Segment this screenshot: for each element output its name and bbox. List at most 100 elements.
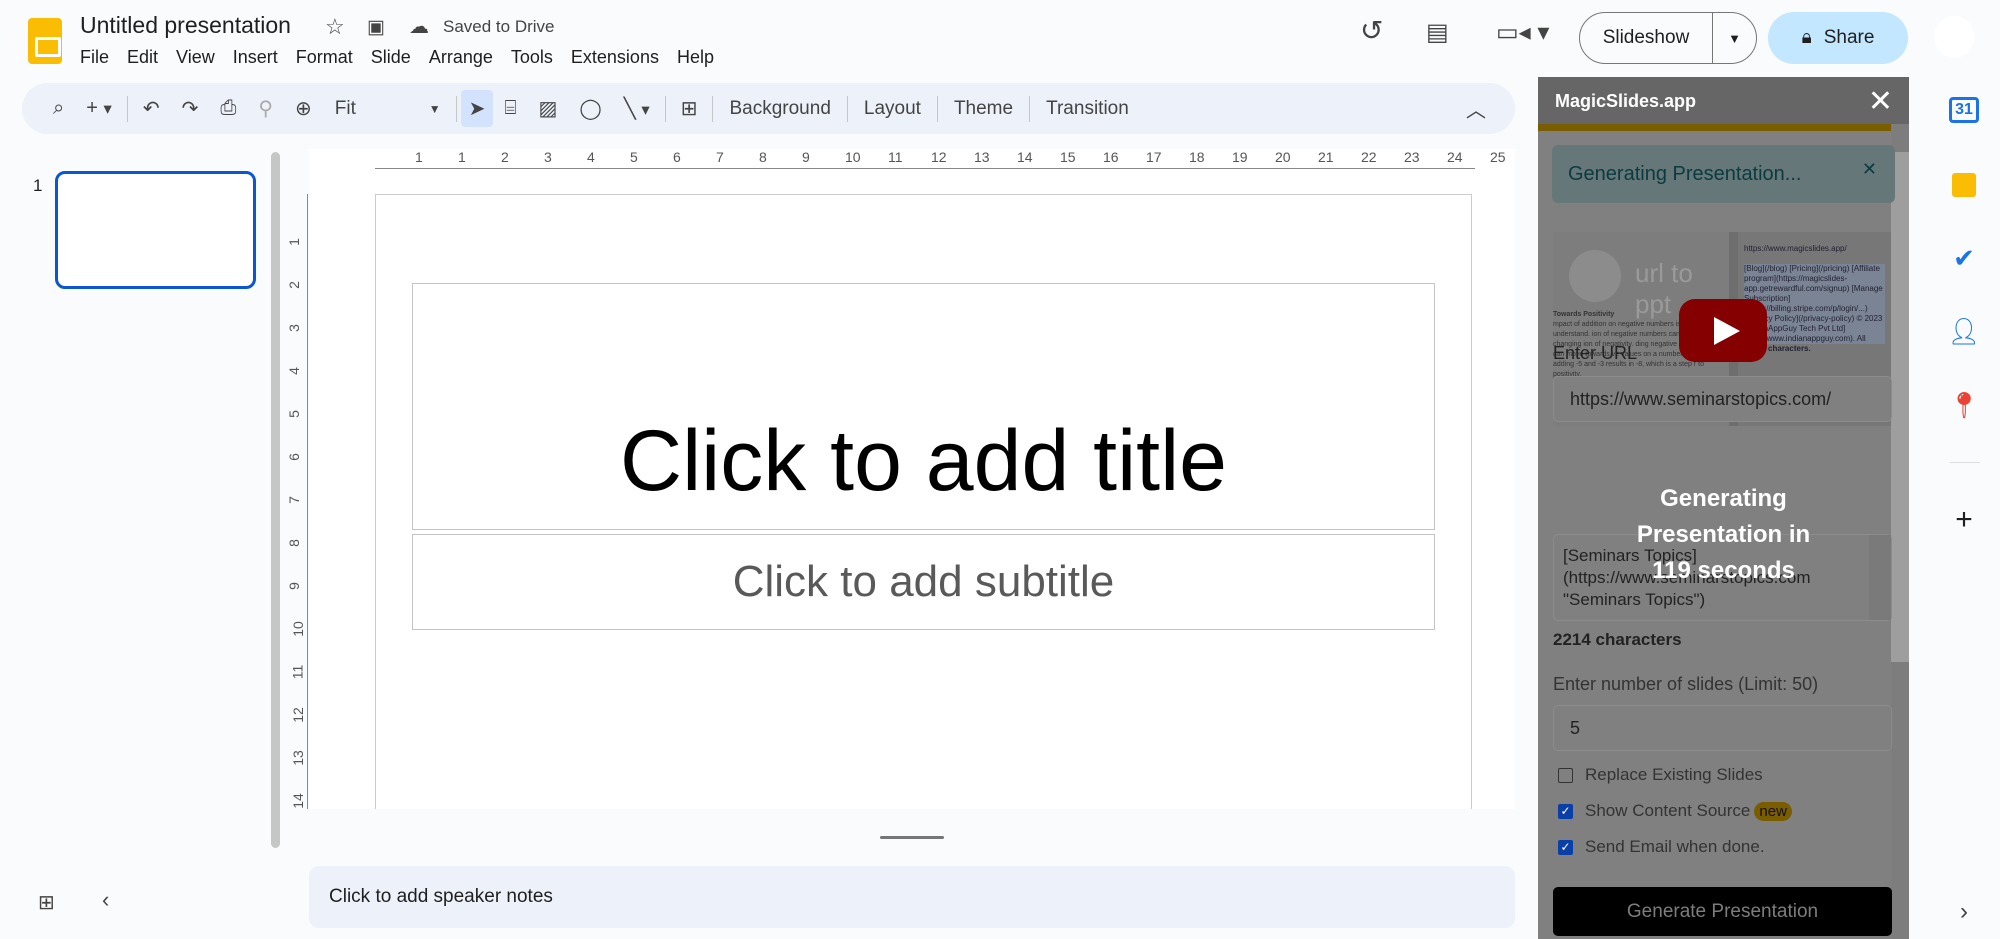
- grid-view-icon[interactable]: ⊞: [38, 890, 55, 915]
- option-send-email[interactable]: ✓ Send Email when done.: [1558, 837, 1765, 857]
- get-addons-icon[interactable]: +: [1940, 500, 1988, 540]
- shape-icon[interactable]: ◯: [568, 96, 612, 121]
- menu-insert[interactable]: Insert: [233, 47, 287, 68]
- horizontal-ruler[interactable]: 1 1 2 3 4 5 6 7 8 9 10 11 12 13 14 15 16 17 18 19 20 21 22 23 24…: [375, 149, 1506, 169]
- close-icon[interactable]: ✕: [1868, 84, 1893, 119]
- ruler-tick-label: 1: [415, 149, 423, 165]
- subtitle-placeholder[interactable]: Click to add subtitle: [412, 534, 1435, 630]
- version-history-icon[interactable]: ↺: [1360, 14, 1383, 47]
- ruler-tick-label: 18: [1189, 149, 1205, 165]
- comments-icon[interactable]: ▤: [1426, 18, 1449, 47]
- maps-icon[interactable]: 📍︎: [1940, 385, 1988, 425]
- meet-icon[interactable]: ▭◂ ▾: [1496, 18, 1549, 47]
- collapse-filmstrip-icon[interactable]: ‹: [102, 887, 109, 913]
- menu-tools[interactable]: Tools: [511, 47, 562, 68]
- slide-thumbnail[interactable]: [55, 171, 256, 289]
- close-alert-icon[interactable]: ✕: [1862, 159, 1877, 180]
- save-status: Saved to Drive: [443, 17, 555, 36]
- url-input[interactable]: https://www.seminarstopics.com/: [1553, 376, 1892, 422]
- generating-overlay: Generating Presentation in 119 seconds: [1538, 481, 1909, 589]
- menu-format[interactable]: Format: [296, 47, 362, 68]
- add-comment-icon[interactable]: ⊞: [670, 96, 709, 121]
- line-icon[interactable]: ╲ ▾: [613, 96, 661, 121]
- checkbox[interactable]: [1558, 767, 1573, 783]
- undo-icon[interactable]: ↶: [132, 96, 171, 121]
- filmstrip-scrollbar[interactable]: [271, 152, 280, 848]
- toolbar: ⌕ + ▾ ↶ ↷ ⎙ ⚲ ⊕ Fit ▼ ➤ ⌸ ▨ ◯ ╲ ▾ ⊞ Back…: [22, 83, 1515, 134]
- star-icon[interactable]: ☆: [325, 14, 345, 40]
- ruler-tick-label: 25: [1490, 149, 1506, 165]
- ruler-tick-label: 8: [285, 539, 302, 547]
- ruler-tick-label: 23: [1404, 149, 1420, 165]
- magicslides-logo-icon: [1569, 250, 1621, 302]
- notes-resize-handle[interactable]: [880, 836, 944, 839]
- image-icon[interactable]: ▨: [527, 96, 568, 121]
- checkbox[interactable]: ✓: [1558, 839, 1573, 855]
- title-placeholder[interactable]: Click to add title: [412, 283, 1435, 530]
- panel-title-text: MagicSlides.app: [1555, 91, 1697, 111]
- slideshow-dropdown-icon[interactable]: ▼: [1713, 31, 1756, 46]
- collapse-toolbar-icon[interactable]: ︿: [1455, 94, 1497, 123]
- select-cursor-icon[interactable]: ➤: [460, 90, 494, 127]
- new-slide-icon[interactable]: + ▾: [75, 97, 123, 120]
- url-label: Enter URL: [1553, 343, 1638, 363]
- option-replace-slides[interactable]: Replace Existing Slides: [1558, 765, 1763, 785]
- option-label: Replace Existing Slides: [1585, 765, 1763, 784]
- background-button[interactable]: Background: [717, 98, 842, 120]
- speaker-notes[interactable]: Click to add speaker notes: [309, 866, 1515, 928]
- share-button[interactable]: 🔒︎ Share: [1768, 12, 1908, 64]
- print-icon[interactable]: ⎙: [209, 97, 247, 120]
- zoom-dropdown-icon[interactable]: ▼: [418, 102, 452, 116]
- checkbox[interactable]: ✓: [1558, 803, 1573, 819]
- ruler-tick-label: 13: [289, 750, 306, 766]
- vertical-ruler[interactable]: 1 2 3 4 5 6 7 8 9 10 11 12 13 14: [286, 194, 308, 809]
- menu-slide[interactable]: Slide: [371, 47, 420, 68]
- slides-count-input[interactable]: 5: [1553, 705, 1892, 751]
- ruler-tick-label: 10: [289, 621, 306, 637]
- tasks-icon[interactable]: ✔: [1940, 238, 1988, 278]
- cloud-saved-icon[interactable]: ☁: [409, 14, 429, 39]
- expand-sidepanel-icon[interactable]: ›: [1940, 892, 1988, 932]
- divider: [455, 95, 457, 122]
- layout-button[interactable]: Layout: [852, 98, 933, 120]
- ruler-tick-label: 11: [888, 149, 903, 165]
- zoom-icon[interactable]: ⊕: [284, 96, 323, 121]
- ruler-tick-label: 9: [802, 149, 810, 165]
- transition-button[interactable]: Transition: [1034, 98, 1141, 120]
- option-label: Show Content Source: [1585, 801, 1751, 820]
- redo-icon[interactable]: ↷: [171, 96, 210, 121]
- avatar[interactable]: [1934, 16, 1974, 58]
- slideshow-button[interactable]: Slideshow ▼: [1579, 12, 1757, 64]
- ruler-tick-label: 9: [285, 582, 302, 590]
- menu-edit[interactable]: Edit: [127, 47, 167, 68]
- text-box-icon[interactable]: ⌸: [493, 97, 527, 120]
- slides-count-label: Enter number of slides (Limit: 50): [1553, 674, 1819, 694]
- slideshow-label[interactable]: Slideshow: [1580, 13, 1713, 63]
- generate-presentation-button[interactable]: Generate Presentation: [1553, 887, 1892, 936]
- move-folder-icon[interactable]: ▣: [367, 16, 385, 39]
- menu-extensions[interactable]: Extensions: [571, 47, 668, 68]
- menu-bar: File Edit View Insert Format Slide Arran…: [80, 47, 732, 68]
- document-title[interactable]: Untitled presentation: [80, 12, 291, 39]
- divider: [664, 95, 666, 122]
- option-show-source[interactable]: ✓ Show Content Source new: [1558, 801, 1792, 821]
- menu-arrange[interactable]: Arrange: [429, 47, 502, 68]
- alert-text: Generating Presentation...: [1568, 163, 1802, 185]
- slides-logo[interactable]: [28, 18, 62, 64]
- menu-view[interactable]: View: [176, 47, 224, 68]
- menu-help[interactable]: Help: [677, 47, 723, 68]
- search-menus-icon[interactable]: ⌕: [42, 97, 75, 120]
- divider: [936, 95, 938, 122]
- menu-file[interactable]: File: [80, 47, 118, 68]
- calendar-icon[interactable]: 31: [1940, 90, 1988, 130]
- video-left-heading: Towards Positivity: [1553, 311, 1615, 318]
- ruler-tick-label: 11: [289, 664, 306, 680]
- keep-icon[interactable]: [1940, 165, 1988, 205]
- ruler-tick-label: 17: [1146, 149, 1162, 165]
- theme-button[interactable]: Theme: [942, 98, 1025, 120]
- contacts-icon[interactable]: 👤︎: [1940, 311, 1988, 351]
- paint-format-icon[interactable]: ⚲: [247, 96, 284, 121]
- zoom-select[interactable]: Fit: [323, 98, 418, 120]
- ruler-tick-label: 1: [458, 149, 466, 165]
- youtube-play-icon[interactable]: [1679, 299, 1767, 362]
